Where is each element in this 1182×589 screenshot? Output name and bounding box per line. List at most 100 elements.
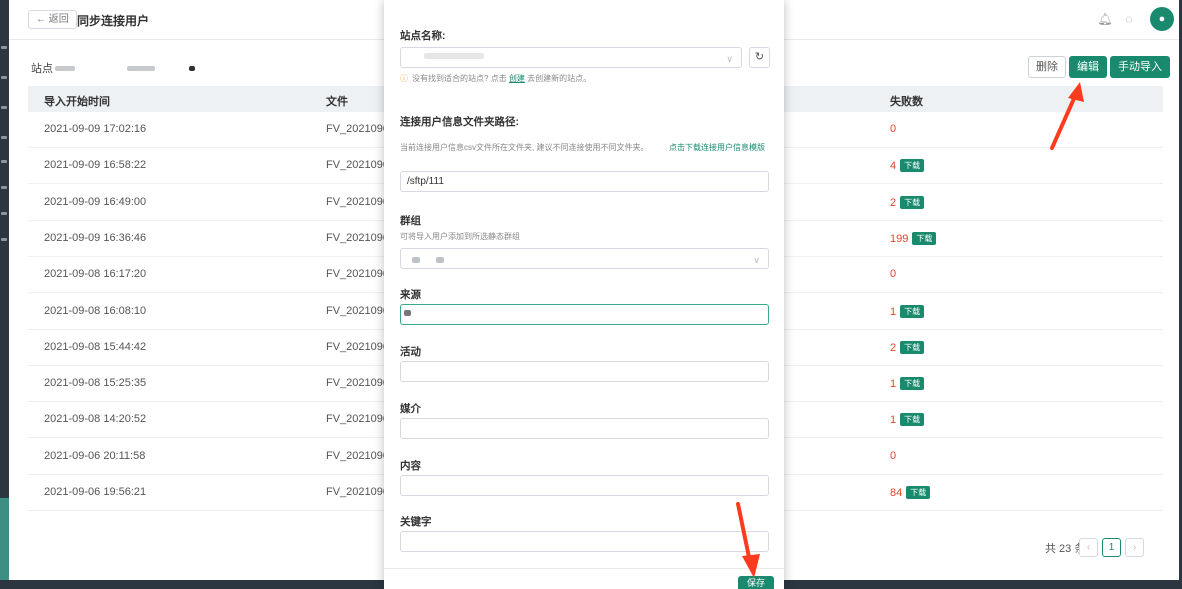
nav-icon[interactable]	[1, 46, 7, 49]
edit-button[interactable]: 编辑	[1069, 56, 1107, 78]
source-label: 来源	[400, 289, 421, 301]
user-avatar[interactable]: ●	[1150, 7, 1174, 31]
cell-fail-count: 0	[890, 123, 896, 135]
cell-fail-count: 1 下载	[890, 377, 925, 391]
cell-fail-count: 2 下载	[890, 340, 925, 354]
path-input[interactable]: /sftp/111	[400, 171, 769, 192]
fail-count-value: 1	[890, 414, 897, 427]
download-template-link[interactable]: 点击下载连接用户信息模版	[669, 142, 765, 153]
group-select[interactable]: ∨	[400, 248, 769, 269]
column-header-fail-count: 失败数	[890, 96, 923, 108]
edit-site-modal: 站点名称: ∨ ↻ ⓘ 没有找到适合的站点? 点击 创建 去创建新的站点。 连接用…	[384, 0, 784, 589]
refresh-icon: ↻	[754, 51, 765, 63]
cell-start-time: 2021-09-06 20:11:58	[44, 449, 146, 462]
cell-file: FV_2021090	[326, 123, 389, 135]
hint-text: 去创建新的站点。	[527, 74, 592, 83]
cell-file: FV_2021090	[326, 231, 389, 244]
cell-start-time: 2021-09-08 16:17:20	[44, 268, 147, 281]
download-button[interactable]: 下载	[900, 195, 925, 209]
cell-start-time: 2021-09-08 16:08:10	[44, 304, 147, 317]
prev-page-button[interactable]: ‹	[1079, 538, 1098, 557]
cell-fail-count: 4 下载	[890, 159, 925, 173]
refresh-button[interactable]: ↻	[749, 47, 770, 68]
download-button[interactable]: 下载	[906, 486, 931, 499]
cell-file: FV_2021090	[326, 268, 389, 281]
fail-count-value: 84	[890, 487, 903, 499]
page-title: 同步连接用户	[77, 14, 150, 28]
nav-icon[interactable]	[1, 76, 7, 79]
nav-icon[interactable]	[1, 212, 7, 215]
cell-file: FV_2021090	[326, 413, 389, 426]
cell-start-time: 2021-09-08 15:44:42	[44, 340, 147, 353]
page-1-button[interactable]: 1	[1102, 538, 1121, 557]
download-button[interactable]: 下载	[900, 377, 925, 391]
nav-icon[interactable]	[1, 106, 7, 109]
activity-label: 活动	[400, 346, 421, 358]
fail-count-value: 0	[890, 449, 897, 462]
activity-input[interactable]	[400, 361, 769, 382]
source-input[interactable]	[400, 304, 769, 325]
path-hint: 当前连接用户信息csv文件所在文件夹, 建议不同连接使用不同文件夹。	[400, 143, 649, 152]
site-name-redacted	[189, 66, 195, 71]
content-input[interactable]	[400, 475, 769, 496]
fail-count-value: 0	[890, 268, 897, 281]
fail-count-value: 199	[890, 232, 909, 245]
path-label: 连接用户信息文件夹路径:	[400, 116, 519, 128]
content-label: 内容	[400, 460, 421, 472]
create-site-link[interactable]: 创建	[509, 74, 525, 83]
save-button[interactable]: 保存	[738, 576, 774, 589]
nav-active-group[interactable]	[0, 498, 9, 580]
cell-start-time: 2021-09-09 16:49:00	[44, 195, 147, 208]
manual-import-button[interactable]: 手动导入	[1110, 56, 1170, 78]
cell-fail-count: 1 下载	[890, 304, 925, 318]
download-button[interactable]: 下载	[900, 159, 925, 173]
download-button[interactable]: 下载	[900, 413, 925, 427]
cell-file: FV_2021090	[326, 304, 389, 317]
cell-file: FV_2021090	[326, 195, 389, 208]
keyword-label: 关键字	[400, 516, 432, 528]
column-header-start-time: 导入开始时间	[44, 96, 110, 108]
group-hint: 可将导入用户添加到所选静态群组	[400, 232, 520, 241]
redacted-text	[412, 257, 420, 263]
chevron-down-icon: ∨	[753, 255, 760, 265]
site-not-found-hint: ⓘ 没有找到适合的站点? 点击 创建 去创建新的站点。	[400, 73, 591, 84]
fail-count-value: 0	[890, 123, 897, 135]
cell-start-time: 2021-09-08 14:20:52	[44, 413, 147, 426]
user-icon: ●	[1158, 13, 1166, 25]
delete-button[interactable]: 删除	[1028, 56, 1066, 78]
redacted-text	[404, 310, 411, 316]
chevron-down-icon: ∨	[726, 54, 733, 64]
next-page-button[interactable]: ›	[1125, 538, 1144, 557]
cell-file: FV_2021090	[326, 159, 389, 172]
site-label: 站点	[31, 63, 53, 75]
cell-fail-count: 0	[890, 268, 896, 280]
site-name-redacted	[127, 66, 155, 71]
nav-icon[interactable]	[1, 238, 7, 241]
fail-count-value: 2	[890, 196, 897, 209]
back-button[interactable]: ← 返回	[28, 10, 77, 29]
media-input[interactable]	[400, 418, 769, 439]
cell-start-time: 2021-09-06 19:56:21	[44, 486, 147, 498]
media-label: 媒介	[400, 403, 421, 415]
cell-fail-count: 2 下载	[890, 195, 925, 209]
redacted-text	[424, 53, 484, 59]
download-button[interactable]: 下载	[900, 304, 925, 318]
site-name-redacted	[55, 66, 75, 71]
chat-icon[interactable]: ◌	[1121, 11, 1137, 27]
nav-icon[interactable]	[1, 160, 7, 163]
hint-text: 没有找到适合的站点? 点击	[412, 74, 507, 83]
nav-icon[interactable]	[1, 186, 7, 189]
keyword-input[interactable]	[400, 531, 769, 552]
cell-fail-count: 199 下载	[890, 231, 937, 245]
warning-icon: ⓘ	[400, 74, 408, 83]
bell-icon[interactable]: 🔔︎	[1097, 11, 1113, 27]
cell-fail-count: 0	[890, 450, 896, 462]
left-nav-strip	[0, 0, 9, 589]
fail-count-value: 2	[890, 341, 897, 354]
fail-count-value: 1	[890, 305, 897, 318]
nav-icon[interactable]	[1, 136, 7, 139]
modal-footer	[384, 568, 784, 589]
download-button[interactable]: 下载	[900, 340, 925, 354]
download-button[interactable]: 下载	[912, 231, 937, 245]
fail-count-value: 1	[890, 378, 897, 391]
